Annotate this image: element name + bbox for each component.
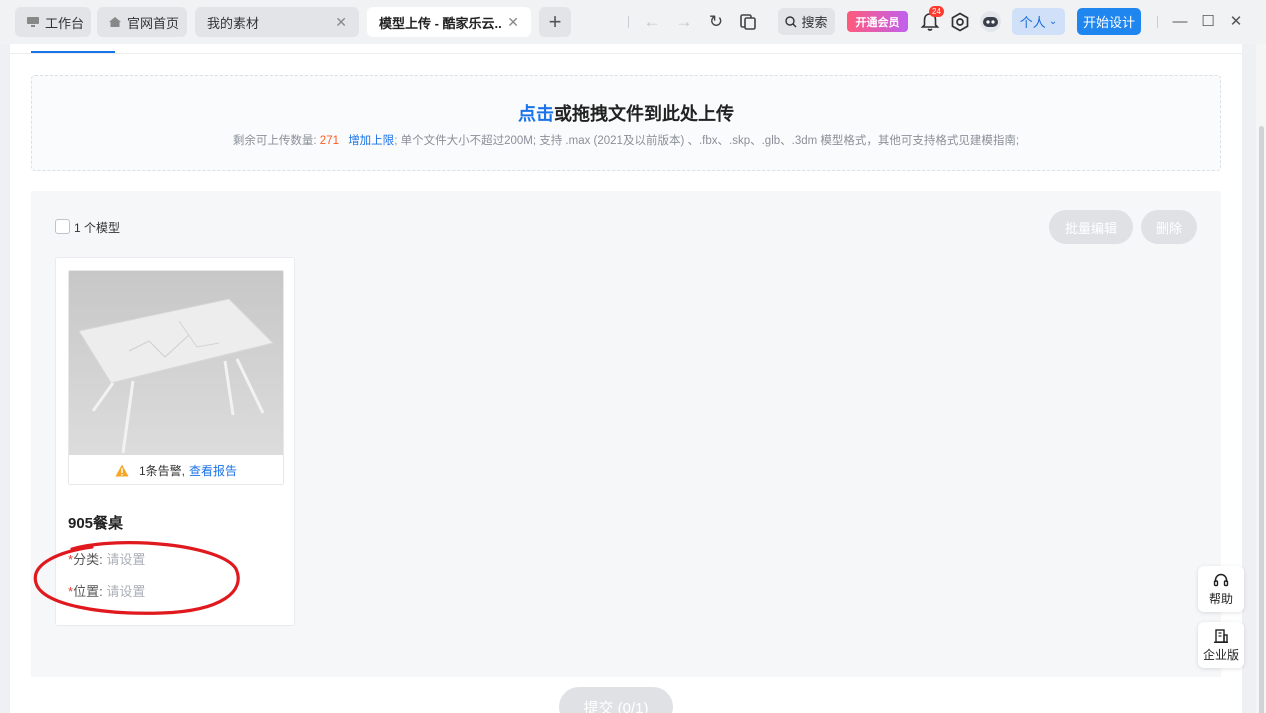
tab-homepage[interactable]: 官网首页	[97, 7, 187, 37]
upload-info: 剩余可上传数量: 271 增加上限; 单个文件大小不超过200M; 支持 .ma…	[32, 132, 1220, 148]
upload-dropzone[interactable]: 点击或拖拽文件到此处上传 剩余可上传数量: 271 增加上限; 单个文件大小不超…	[31, 75, 1221, 171]
home-icon	[109, 17, 121, 27]
tab-model-upload[interactable]: 模型上传 - 酷家乐云... ✕	[367, 7, 531, 37]
title-bar: 工作台 官网首页 我的素材 ✕ 模型上传 - 酷家乐云... ✕ + ← → ↻…	[0, 0, 1266, 44]
close-window-icon[interactable]: ✕	[1226, 12, 1246, 32]
increase-limit-link[interactable]: 增加上限	[348, 135, 394, 147]
delete-button[interactable]: 删除	[1141, 210, 1197, 244]
submit-label: 提交 (0/1)	[583, 699, 649, 713]
tab-label: 模型上传 - 酷家乐云...	[379, 15, 501, 31]
view-report-link[interactable]: 查看报告	[189, 462, 237, 479]
model-thumbnail[interactable]: 1条告警, 查看报告	[68, 270, 284, 485]
help-label: 帮助	[1208, 591, 1233, 606]
headset-icon	[1213, 573, 1229, 586]
active-tab-indicator	[31, 51, 115, 53]
upload-title-rest: 或拖拽文件到此处上传	[554, 104, 734, 124]
notification-badge: 24	[929, 6, 944, 17]
tab-my-materials[interactable]: 我的素材 ✕	[195, 7, 359, 37]
model-name[interactable]: 905餐桌	[68, 512, 123, 533]
search-button[interactable]: 搜索	[778, 8, 835, 35]
settings-hex-icon[interactable]	[950, 12, 970, 32]
tab-divider	[10, 53, 1242, 54]
warning-text: 1条告警,	[138, 463, 185, 478]
batch-edit-label: 批量编辑	[1064, 220, 1117, 236]
back-arrow-icon[interactable]: ←	[642, 12, 662, 32]
remaining-prefix: 剩余可上传数量:	[232, 135, 317, 147]
forward-arrow-icon[interactable]: →	[674, 12, 694, 32]
upload-info-rest: ; 单个文件大小不超过200M; 支持 .max (2021及以前版本) 、.f…	[394, 135, 1020, 147]
help-button[interactable]: 帮助	[1198, 566, 1244, 612]
robot-avatar-icon	[983, 17, 998, 27]
warning-row: 1条告警, 查看报告	[69, 455, 283, 484]
table-preview-image	[69, 271, 283, 455]
personal-label: 个人	[1019, 15, 1046, 30]
search-label: 搜索	[801, 15, 828, 30]
select-all-checkbox[interactable]	[55, 219, 70, 234]
divider	[1157, 16, 1158, 28]
model-count-label: 1 个模型	[74, 221, 121, 235]
upload-title: 点击或拖拽文件到此处上传	[32, 100, 1220, 126]
remaining-count: 271	[319, 135, 339, 147]
enterprise-button[interactable]: 企业版	[1198, 622, 1244, 668]
close-icon[interactable]: ✕	[335, 14, 347, 31]
new-tab-button[interactable]: +	[539, 7, 571, 37]
red-annotation-circle	[33, 541, 240, 615]
avatar[interactable]	[980, 11, 1001, 32]
start-design-button[interactable]: 开始设计	[1077, 8, 1141, 35]
delete-label: 删除	[1155, 220, 1182, 236]
divider	[628, 16, 629, 28]
scrollbar-thumb[interactable]	[1259, 126, 1264, 713]
search-icon	[785, 15, 797, 27]
tab-workbench[interactable]: 工作台	[15, 7, 91, 37]
plus-icon: +	[548, 9, 562, 34]
vip-label: 开通会员	[855, 16, 900, 29]
refresh-icon[interactable]: ↻	[706, 12, 726, 32]
tab-label: 我的素材	[207, 15, 260, 31]
tab-label: 官网首页	[127, 15, 180, 31]
tab-label: 工作台	[45, 15, 85, 31]
enterprise-label: 企业版	[1202, 647, 1239, 662]
start-design-label: 开始设计	[1082, 15, 1135, 30]
building-icon	[1214, 628, 1228, 643]
vip-button[interactable]: 开通会员	[847, 11, 908, 32]
copy-window-icon[interactable]	[738, 12, 758, 32]
monitor-icon	[27, 17, 39, 27]
click-upload-link[interactable]: 点击	[518, 104, 554, 124]
warning-icon	[115, 464, 129, 476]
minimize-icon[interactable]: —	[1170, 12, 1190, 32]
chevron-down-icon: ⌄	[1048, 16, 1058, 27]
personal-dropdown[interactable]: 个人 ⌄	[1012, 8, 1065, 35]
close-icon[interactable]: ✕	[507, 14, 519, 31]
batch-edit-button[interactable]: 批量编辑	[1049, 210, 1133, 244]
submit-button[interactable]: 提交 (0/1)	[559, 687, 673, 713]
scrollbar[interactable]	[1256, 44, 1266, 713]
maximize-icon[interactable]: ☐	[1198, 12, 1218, 32]
